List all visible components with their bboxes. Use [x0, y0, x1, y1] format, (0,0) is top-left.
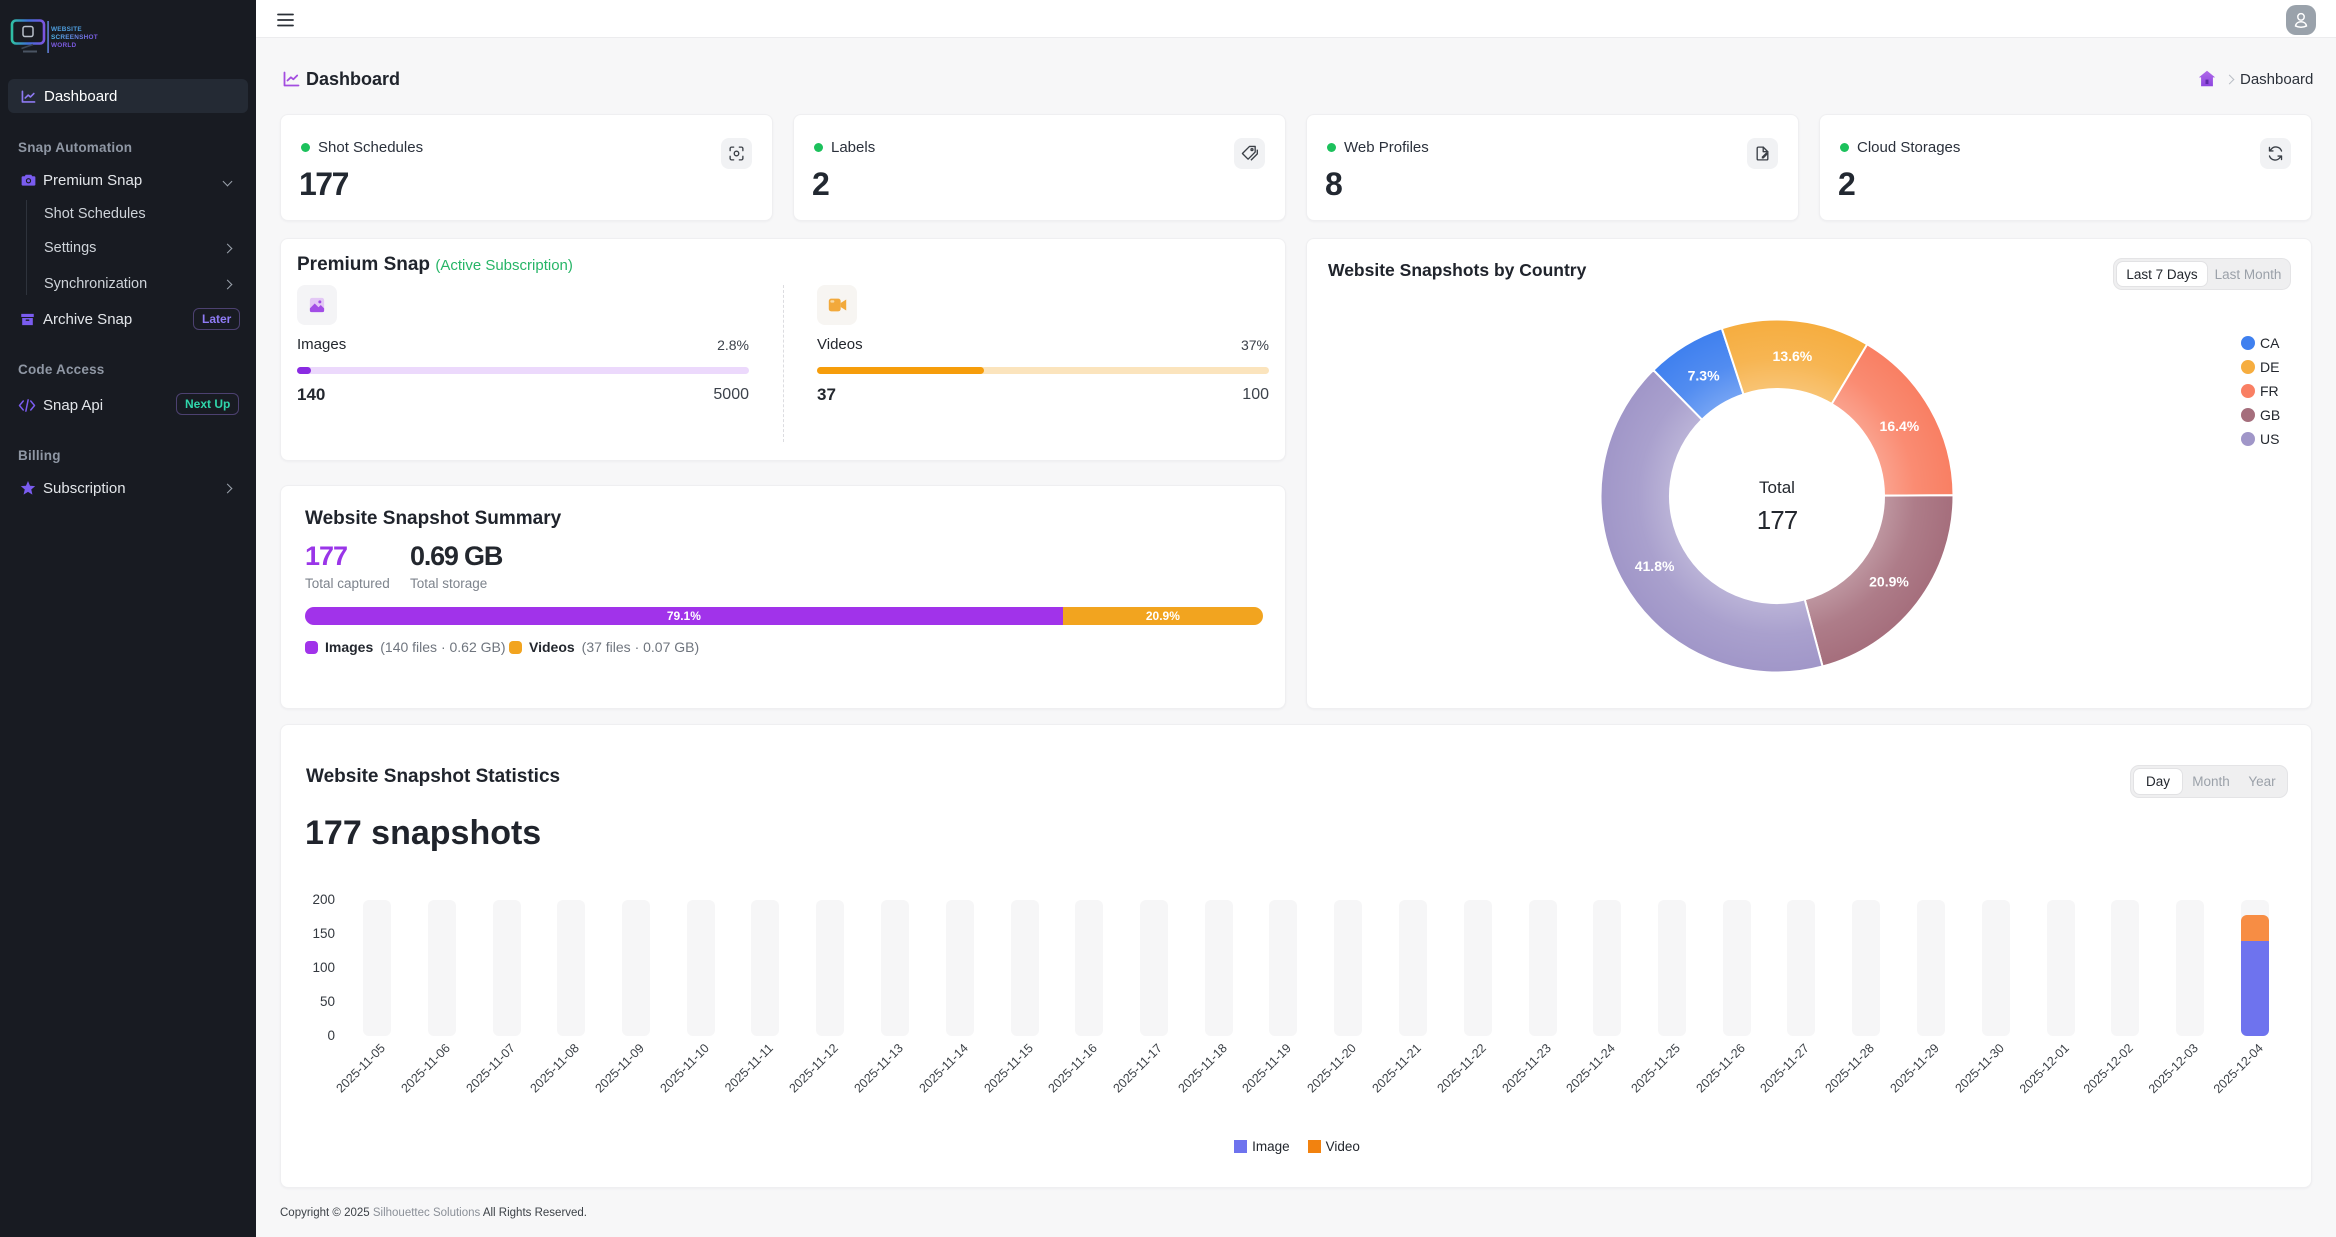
- svg-text:SCREENSHOT: SCREENSHOT: [51, 34, 98, 41]
- svg-text:CA: CA: [2260, 335, 2280, 351]
- svg-text:WORLD: WORLD: [51, 42, 77, 49]
- svg-text:20.9%: 20.9%: [1869, 574, 1909, 590]
- svg-text:13.6%: 13.6%: [1773, 348, 1813, 364]
- svg-text:16.4%: 16.4%: [1880, 418, 1920, 434]
- svg-text:FR: FR: [2260, 383, 2279, 399]
- svg-text:41.8%: 41.8%: [1635, 558, 1675, 574]
- svg-text:GB: GB: [2260, 407, 2280, 423]
- svg-text:DE: DE: [2260, 359, 2279, 375]
- svg-text:177: 177: [1757, 505, 1798, 535]
- svg-text:US: US: [2260, 431, 2279, 447]
- svg-text:WEBSITE: WEBSITE: [51, 26, 82, 33]
- svg-text:7.3%: 7.3%: [1688, 368, 1720, 384]
- svg-text:Total: Total: [1759, 478, 1795, 497]
